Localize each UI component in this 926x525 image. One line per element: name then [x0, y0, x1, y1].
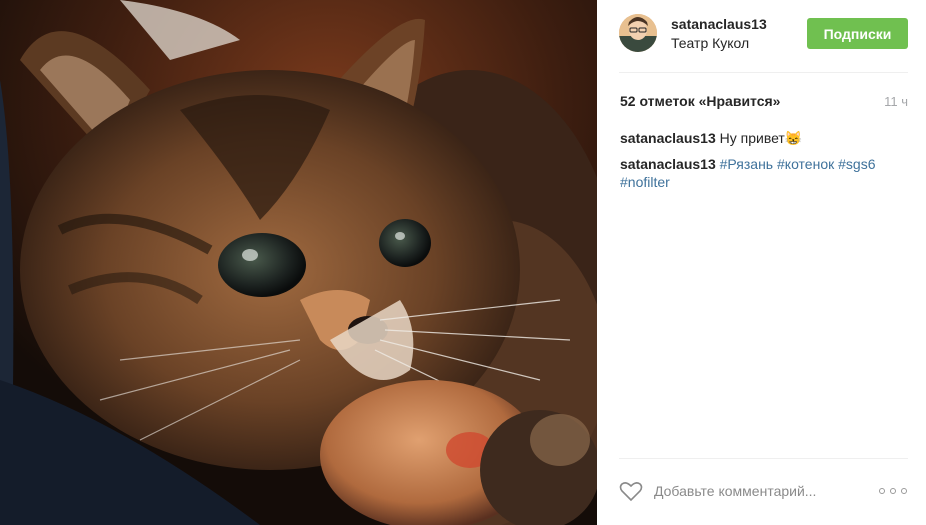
dot: [879, 488, 885, 494]
post-location[interactable]: Театр Кукол: [671, 35, 749, 51]
comment-item: satanaclaus13 Ну привет😸: [620, 129, 905, 147]
comment-item: satanaclaus13 #Рязань #котенок #sgs6 #no…: [620, 155, 905, 191]
owner-avatar[interactable]: [619, 14, 657, 52]
hashtag-link[interactable]: #Рязань: [720, 156, 773, 172]
dot: [901, 488, 907, 494]
comment-username[interactable]: satanaclaus13: [620, 130, 716, 146]
divider: [619, 458, 908, 459]
hashtag-link[interactable]: #sgs6: [838, 156, 875, 172]
post-photo[interactable]: [0, 0, 597, 525]
comment-text: Ну привет😸: [719, 130, 803, 146]
heart-icon[interactable]: [619, 480, 643, 502]
follow-button[interactable]: Подписки: [807, 18, 908, 49]
avatar-image: [619, 14, 657, 52]
post-header: satanaclaus13 Театр Кукол Подписки: [597, 0, 926, 72]
owner-username[interactable]: satanaclaus13: [671, 16, 767, 32]
comments-list: satanaclaus13 Ну привет😸 satanaclaus13 #…: [620, 129, 905, 199]
more-options-icon[interactable]: [879, 485, 907, 497]
comment-username[interactable]: satanaclaus13: [620, 156, 716, 172]
hashtag-link[interactable]: #котенок: [777, 156, 834, 172]
likes-count[interactable]: 52 отметок «Нравится»: [620, 93, 780, 109]
hashtag-link[interactable]: #nofilter: [620, 174, 670, 190]
instagram-post: satanaclaus13 Театр Кукол Подписки 52 от…: [0, 0, 926, 525]
divider: [619, 72, 908, 73]
comment-input[interactable]: [654, 481, 874, 501]
kitten-photo: [0, 0, 597, 525]
post-sidebar: satanaclaus13 Театр Кукол Подписки 52 от…: [597, 0, 926, 525]
post-timestamp[interactable]: 11 ч: [884, 94, 908, 109]
dot: [890, 488, 896, 494]
